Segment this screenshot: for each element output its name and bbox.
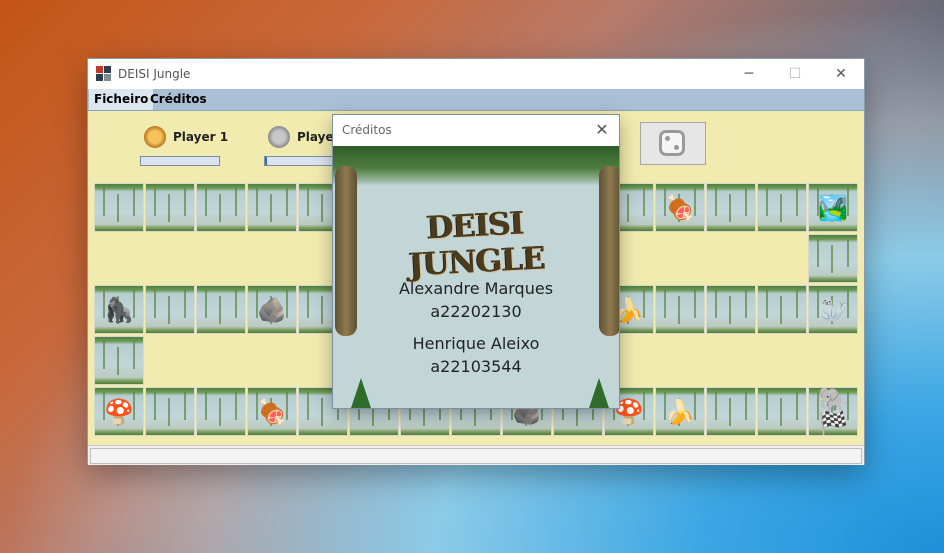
board-cell: 🍄 [94,387,144,436]
menu-ficheiro[interactable]: Ficheiro [89,89,154,110]
author-2-id: a22103544 [430,357,522,376]
player-1-name: Player 1 [173,130,229,144]
jungle-canopy [333,146,619,186]
board-cell [196,387,246,436]
rock-icon: 🪨 [257,295,287,324]
board-cell: 🪨 [247,285,297,334]
title-bar: DEISI Jungle ─ ☐ ✕ [88,59,864,89]
board-cell [757,183,807,232]
board-cell [757,387,807,436]
player-1-info: Player 1 [144,126,228,148]
author-2-name: Henrique Aleixo [412,334,540,353]
player-2-info: Player [268,126,340,148]
board-cell [145,183,195,232]
board-cell [247,183,297,232]
bananas-icon: 🍌 [665,397,695,426]
credits-content: DEISI JUNGLE Alexandre Marques a22202130… [333,146,619,408]
board-cell: 🍌 [655,387,705,436]
board-cell [196,285,246,334]
credits-dialog-title: Créditos [342,123,392,137]
roll-dice-button[interactable] [640,122,706,165]
app-icon [96,66,112,82]
board-cell: 🦍 [94,285,144,334]
player-1-energy-bar [140,156,220,166]
menu-bar: Ficheiro Créditos [88,89,864,111]
board-cell [655,285,705,334]
author-1-id: a22202130 [430,302,522,321]
menu-creditos[interactable]: Créditos [145,89,212,110]
status-bar [88,445,864,465]
credits-dialog: Créditos ✕ DEISI JUNGLE Alexandre Marque… [333,115,619,408]
seal-icon: 🦭 [818,295,848,324]
credits-dialog-titlebar: Créditos ✕ [333,115,619,146]
logo-deisi-jungle: DEISI JUNGLE [408,205,546,284]
grass-right [589,378,609,408]
board-cell [706,285,756,334]
menu-ficheiro-label: Ficheiro [94,92,149,106]
board-cell [196,183,246,232]
meat-icon: 🍖 [257,397,287,426]
board-cell: 🐘🏁 [808,387,858,436]
meat-icon: 🍖 [665,193,695,222]
board-cell: 🍖 [655,183,705,232]
window-title: DEISI Jungle [118,67,191,81]
menu-creditos-label: Créditos [150,92,207,106]
player-2-energy-bar [264,156,334,166]
mushroom-icon: 🍄 [104,397,134,426]
board-cell [145,285,195,334]
board-cell: 🦭 [808,285,858,334]
lion-icon [144,126,166,148]
credits-close-button[interactable]: ✕ [591,119,613,141]
close-button[interactable]: ✕ [818,59,864,89]
board-cell [94,183,144,232]
status-field [90,448,862,464]
dice-icon [659,130,685,156]
seal-icon [268,126,290,148]
board-cell: 🍖 [247,387,297,436]
board-cell [145,387,195,436]
board-cell [706,183,756,232]
board-cell [706,387,756,436]
author-1-name: Alexandre Marques [398,279,554,298]
board-cell [757,285,807,334]
minimize-button[interactable]: ─ [726,59,772,89]
gorilla-icon: 🦍 [104,295,134,324]
board-cell: 🏞️ [808,183,858,232]
grass-left [351,378,371,408]
board-cell [808,234,858,283]
maximize-button[interactable]: ☐ [772,59,818,89]
player-2-energy-fill [265,157,268,165]
board-cell [94,336,144,385]
elephant-finish-icon: 🐘🏁 [818,387,848,436]
lake-icon: 🏞️ [818,193,848,222]
